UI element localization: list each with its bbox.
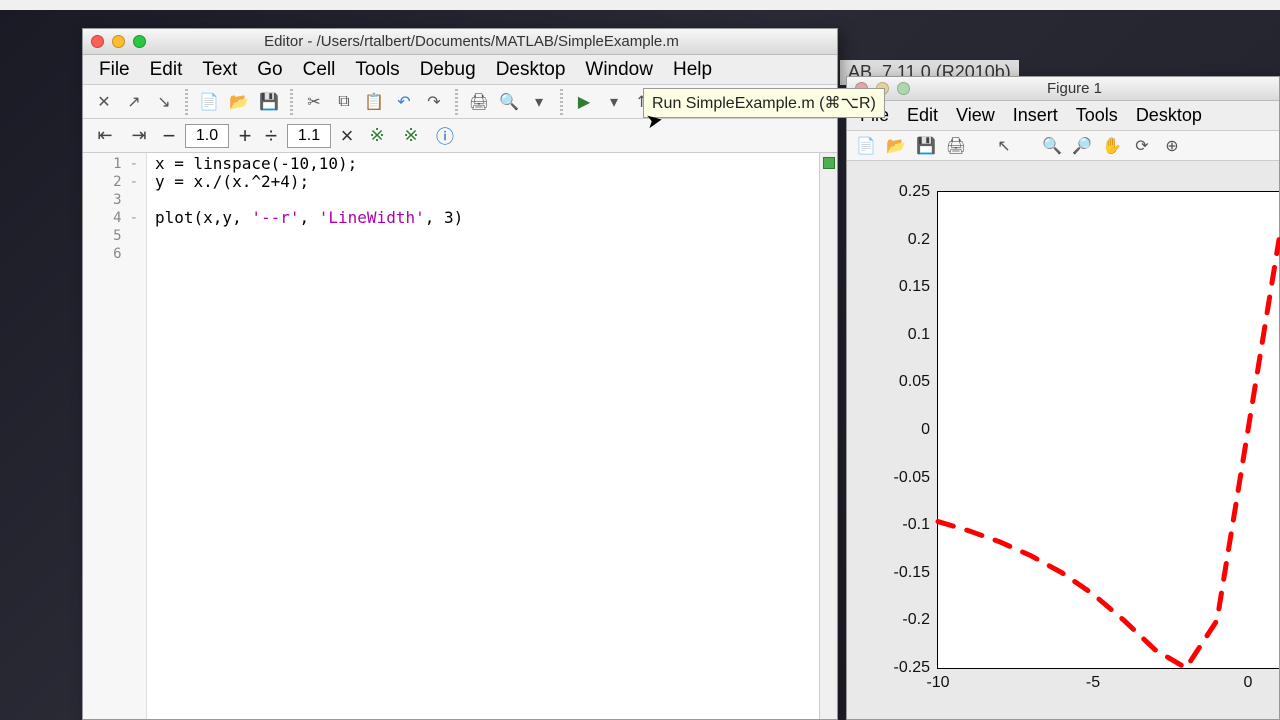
save-figure-icon[interactable]: 💾 xyxy=(913,134,939,158)
figure-titlebar[interactable]: Figure 1 xyxy=(847,77,1279,101)
menu-help[interactable]: Help xyxy=(663,56,722,84)
code-scrollbar[interactable] xyxy=(819,153,837,719)
zoom-out-icon[interactable]: 🔎 xyxy=(1069,134,1095,158)
undock-down-icon[interactable]: ↘ xyxy=(151,89,177,115)
gutter-line[interactable]: 5 xyxy=(83,227,146,245)
editor-window-title: Editor - /Users/rtalbert/Documents/MATLA… xyxy=(114,33,829,50)
y-tick-label: -0.1 xyxy=(902,516,938,534)
gutter-line[interactable]: 1- xyxy=(83,155,146,173)
menu-edit[interactable]: Edit xyxy=(140,56,193,84)
zoom-in-icon[interactable]: 🔍 xyxy=(1039,134,1065,158)
figure-axes-container: 0.250.20.150.10.050-0.05-0.1-0.15-0.2-0.… xyxy=(847,161,1279,719)
increment-field-2[interactable] xyxy=(287,124,331,148)
indent-left-icon[interactable]: ⇤ xyxy=(91,122,119,150)
run-options-icon[interactable]: ▾ xyxy=(601,89,627,115)
minus-button[interactable]: − xyxy=(159,123,179,149)
plus-button[interactable]: + xyxy=(235,123,255,149)
fig-menu-tools[interactable]: Tools xyxy=(1067,102,1127,129)
line-gutter: 1-2-3 4-5 6 xyxy=(83,153,147,719)
figure-toolbar: 📄 📂 💾 🖨 ↖ 🔍 🔎 ✋ ⟳ ⊕ xyxy=(847,131,1279,161)
find-icon[interactable]: 🔍 xyxy=(496,89,522,115)
divide-button[interactable]: ÷ xyxy=(261,123,281,149)
y-tick-label: -0.2 xyxy=(902,611,938,629)
print-figure-icon[interactable]: 🖨 xyxy=(943,134,969,158)
data-cursor-icon[interactable]: ⊕ xyxy=(1159,134,1185,158)
editor-titlebar[interactable]: Editor - /Users/rtalbert/Documents/MATLA… xyxy=(83,29,837,55)
x-tick-label: -5 xyxy=(1086,668,1100,692)
y-tick-label: 0.1 xyxy=(908,326,938,344)
figure-menubar: File Edit View Insert Tools Desktop xyxy=(847,101,1279,131)
y-tick-label: -0.05 xyxy=(894,469,938,487)
editor-window: Editor - /Users/rtalbert/Documents/MATLA… xyxy=(82,28,838,720)
paste-icon[interactable]: 📋 xyxy=(361,89,387,115)
open-figure-icon[interactable]: 📂 xyxy=(883,134,909,158)
times-button[interactable]: × xyxy=(337,123,357,149)
toolbar-separator xyxy=(560,89,563,115)
editor-menubar: File Edit Text Go Cell Tools Debug Deskt… xyxy=(83,55,837,85)
rotate-icon[interactable]: ⟳ xyxy=(1129,134,1155,158)
pointer-icon[interactable]: ↖ xyxy=(991,134,1017,158)
indent-right-icon[interactable]: ⇥ xyxy=(125,122,153,150)
eval-advance-icon[interactable]: ※ xyxy=(397,122,425,150)
axes-box[interactable]: 0.250.20.150.10.050-0.05-0.1-0.15-0.2-0.… xyxy=(937,191,1279,669)
run-tooltip: Run SimpleExample.m (⌘⌥R) xyxy=(643,88,885,118)
cell-toolbar: ⇤ ⇥ − + ÷ × ※ ※ ⓘ xyxy=(83,119,837,153)
undo-icon[interactable]: ↶ xyxy=(391,89,417,115)
x-tick-label: 0 xyxy=(1244,668,1253,692)
y-tick-label: 0.2 xyxy=(908,231,938,249)
gutter-line[interactable]: 6 xyxy=(83,245,146,263)
eval-cell-icon[interactable]: ※ xyxy=(363,122,391,150)
copy-icon[interactable]: ⧉ xyxy=(331,89,357,115)
print-icon[interactable]: 🖨 xyxy=(466,89,492,115)
gutter-line[interactable]: 3 xyxy=(83,191,146,209)
gutter-line[interactable]: 4- xyxy=(83,209,146,227)
fig-menu-edit[interactable]: Edit xyxy=(898,102,947,129)
pan-icon[interactable]: ✋ xyxy=(1099,134,1125,158)
fig-menu-insert[interactable]: Insert xyxy=(1004,102,1067,129)
menu-debug[interactable]: Debug xyxy=(410,56,486,84)
info-icon[interactable]: ⓘ xyxy=(431,122,459,150)
code-text[interactable]: x = linspace(-10,10);y = x./(x.^2+4); pl… xyxy=(147,153,837,719)
redo-icon[interactable]: ↷ xyxy=(421,89,447,115)
menu-text[interactable]: Text xyxy=(192,56,247,84)
x-tick-label: -10 xyxy=(926,668,949,692)
open-file-icon[interactable]: 📂 xyxy=(226,89,252,115)
new-file-icon[interactable]: 📄 xyxy=(196,89,222,115)
toolbar-separator xyxy=(185,89,188,115)
menu-go[interactable]: Go xyxy=(247,56,292,84)
y-tick-label: -0.15 xyxy=(894,564,938,582)
new-figure-icon[interactable]: 📄 xyxy=(853,134,879,158)
y-tick-label: 0.15 xyxy=(899,278,938,296)
menu-desktop[interactable]: Desktop xyxy=(486,56,576,84)
close-doc-icon[interactable]: ✕ xyxy=(91,89,117,115)
increment-field-1[interactable] xyxy=(185,124,229,148)
plot-line xyxy=(938,192,1279,668)
save-file-icon[interactable]: 💾 xyxy=(256,89,282,115)
run-icon[interactable]: ▶ xyxy=(571,89,597,115)
menu-window[interactable]: Window xyxy=(575,56,663,84)
cut-icon[interactable]: ✂ xyxy=(301,89,327,115)
gutter-line[interactable]: 2- xyxy=(83,173,146,191)
y-tick-label: 0 xyxy=(921,421,938,439)
y-tick-label: 0.05 xyxy=(899,373,938,391)
mac-system-menubar xyxy=(0,0,1280,10)
fig-menu-desktop[interactable]: Desktop xyxy=(1127,102,1211,129)
figure-window-title: Figure 1 xyxy=(878,80,1271,97)
editor-toolbar: ✕ ↗ ↘ 📄 📂 💾 ✂ ⧉ 📋 ↶ ↷ 🖨 🔍 ▾ ▶ ▾ ⇅ ≫ ◻ Ru… xyxy=(83,85,837,119)
fig-menu-view[interactable]: View xyxy=(947,102,1004,129)
toolbar-separator xyxy=(290,89,293,115)
code-area[interactable]: 1-2-3 4-5 6 x = linspace(-10,10);y = x./… xyxy=(83,153,837,719)
code-health-marker xyxy=(823,157,835,169)
menu-tools[interactable]: Tools xyxy=(345,56,409,84)
toolbar-separator xyxy=(455,89,458,115)
figure-window: Figure 1 File Edit View Insert Tools Des… xyxy=(846,76,1280,720)
close-window-button[interactable] xyxy=(91,35,104,48)
menu-file[interactable]: File xyxy=(89,56,140,84)
menu-cell[interactable]: Cell xyxy=(293,56,346,84)
undock-up-icon[interactable]: ↗ xyxy=(121,89,147,115)
y-tick-label: 0.25 xyxy=(899,183,938,201)
dropdown-icon[interactable]: ▾ xyxy=(526,89,552,115)
